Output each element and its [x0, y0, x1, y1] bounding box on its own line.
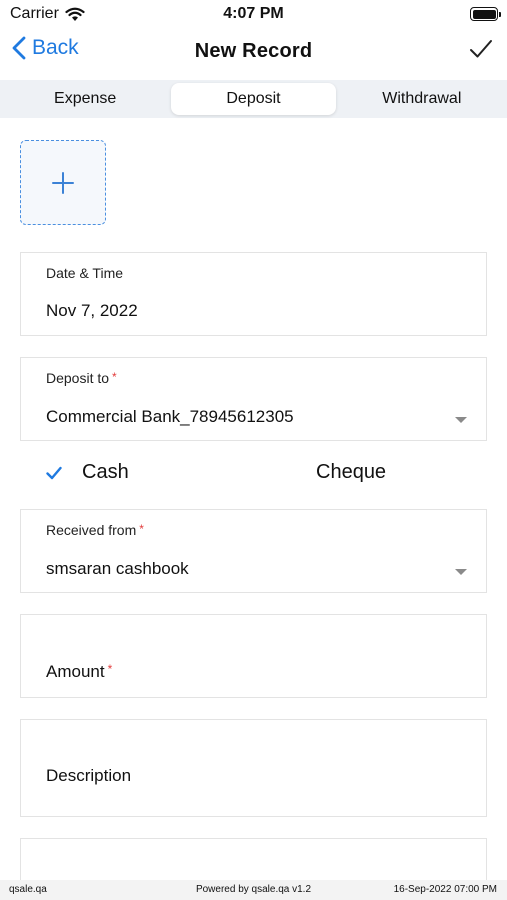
chevron-down-icon: [455, 417, 467, 423]
page-title: New Record: [194, 40, 313, 62]
chevron-down-icon: [455, 569, 467, 575]
amount-label-text: Amount: [46, 662, 105, 681]
tab-expense[interactable]: Expense: [3, 83, 167, 115]
cheque-label: Cheque: [316, 461, 387, 483]
footer-bar: qsale.qa Powered by qsale.qa v1.2 16-Sep…: [0, 880, 507, 900]
navigation-bar: Back New Record: [0, 30, 507, 74]
clock: 4:07 PM: [223, 5, 284, 22]
plus-icon: [52, 171, 74, 194]
tab-withdrawal[interactable]: Withdrawal: [340, 83, 504, 115]
description-placeholder: Description: [46, 766, 132, 785]
checkmark-icon: [46, 466, 62, 479]
received-from-dropdown[interactable]: Received from * smsaran cashbook: [20, 509, 487, 593]
tab-deposit[interactable]: Deposit: [171, 83, 336, 115]
received-from-label-text: Received from: [46, 522, 137, 538]
received-from-label: Received from *: [46, 522, 144, 538]
checkmark-icon: [470, 40, 492, 58]
payment-type-options: Cash Cheque: [20, 455, 487, 495]
cash-option[interactable]: Cash: [46, 461, 129, 484]
deposit-to-label-text: Deposit to: [46, 370, 110, 386]
battery-icon: [470, 7, 501, 21]
cheque-option[interactable]: Cheque: [316, 461, 386, 484]
date-time-label: Date & Time: [46, 265, 124, 281]
required-marker: *: [107, 662, 113, 676]
cash-label: Cash: [82, 461, 129, 483]
required-marker: *: [139, 522, 144, 536]
add-attachment-button[interactable]: [20, 140, 106, 225]
record-type-tabs: Expense Deposit Withdrawal: [0, 80, 507, 118]
deposit-to-label: Deposit to *: [46, 370, 117, 386]
amount-placeholder: Amount *: [46, 662, 112, 682]
required-marker: *: [112, 370, 117, 384]
received-from-value: smsaran cashbook: [46, 559, 189, 578]
save-button[interactable]: [469, 38, 493, 65]
deposit-to-dropdown[interactable]: Deposit to * Commercial Bank_78945612305: [20, 357, 487, 441]
deposit-to-value: Commercial Bank_78945612305: [46, 407, 294, 426]
date-time-field[interactable]: Date & Time Nov 7, 2022: [20, 252, 487, 336]
footer-datetime: 16-Sep-2022 07:00 PM: [393, 884, 497, 895]
amount-field[interactable]: Amount *: [20, 614, 487, 698]
description-field[interactable]: Description: [20, 719, 487, 817]
status-bar: Carrier 4:07 PM: [0, 0, 507, 28]
date-time-value: Nov 7, 2022: [46, 301, 138, 320]
